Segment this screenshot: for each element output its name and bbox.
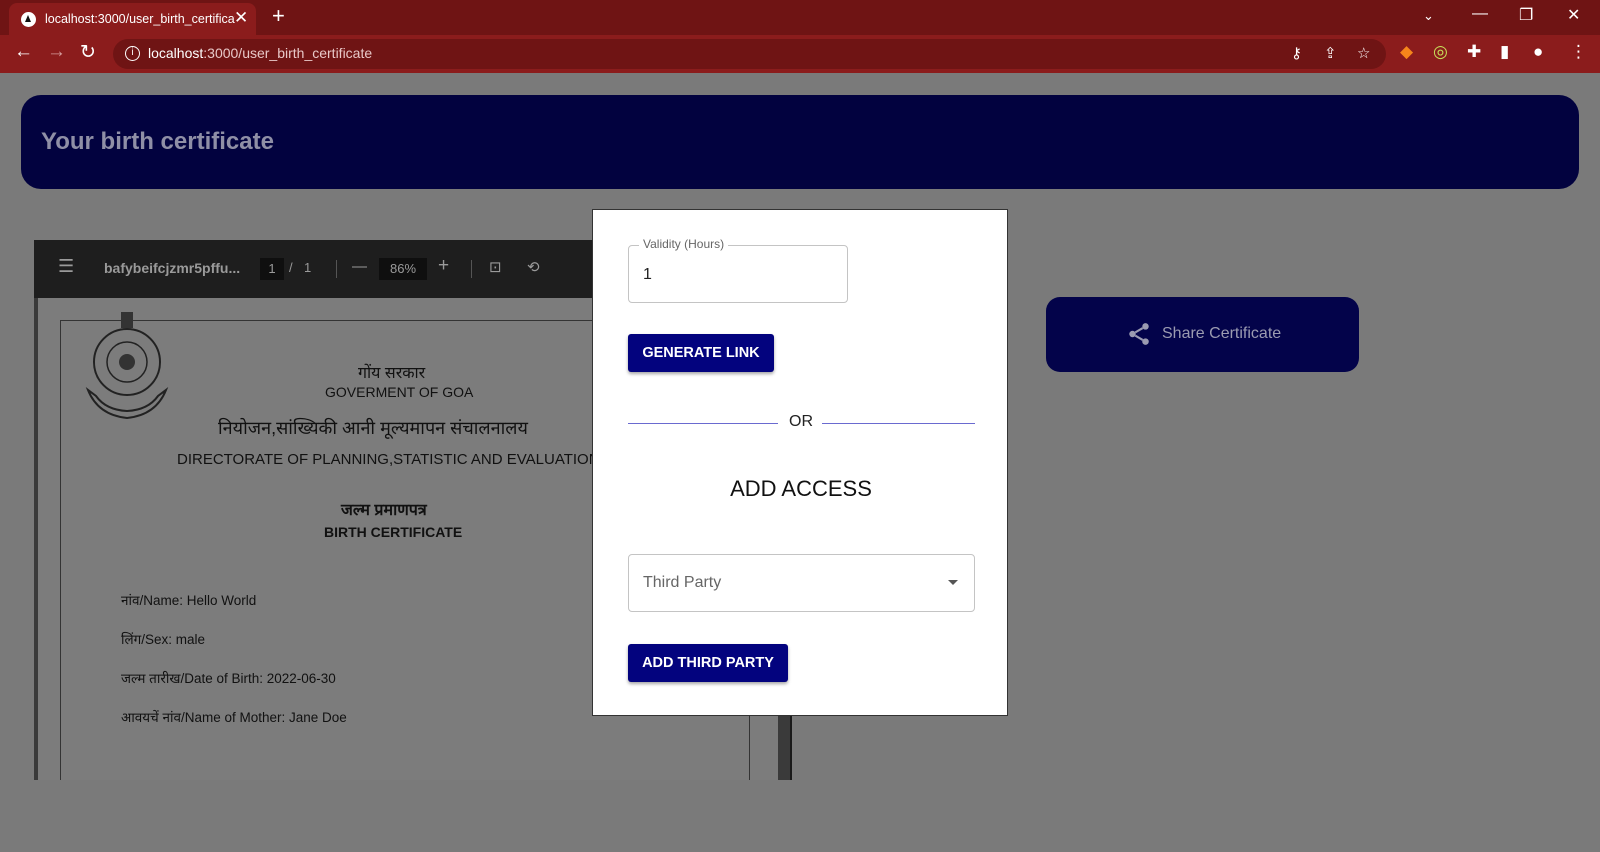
share-dialog: Validity (Hours) 1 GENERATE LINK OR ADD … [592, 209, 1008, 716]
profile-avatar-icon[interactable]: ● [1533, 42, 1543, 62]
third-party-select[interactable]: Third Party [628, 554, 975, 612]
browser-tab-strip: localhost:3000/user_birth_certificate ✕ … [0, 0, 1600, 35]
pdf-toolbar-divider [336, 260, 337, 278]
fit-page-icon[interactable]: ⊡ [489, 258, 502, 276]
field-date-of-birth: जल्म तारीख/Date of Birth: 2022-06-30 [121, 671, 336, 686]
pdf-page-total: 1 [304, 260, 312, 275]
government-emblem-icon [85, 312, 169, 420]
doc-title-marathi: जल्म प्रमाणपत्र [341, 502, 427, 519]
pdf-toolbar-divider [471, 260, 472, 278]
favicon-icon [21, 12, 36, 27]
dropdown-arrow-icon [948, 580, 958, 585]
generate-link-button[interactable]: GENERATE LINK [628, 334, 774, 372]
pdf-page-input[interactable]: 1 [260, 258, 284, 280]
field-name: नांव/Name: Hello World [121, 593, 257, 608]
password-key-icon[interactable]: ⚷ [1291, 44, 1302, 62]
gov-name-english: GOVERMENT OF GOA [325, 384, 474, 400]
extensions-puzzle-icon[interactable]: ✚ [1467, 42, 1481, 62]
add-third-party-button[interactable]: ADD THIRD PARTY [628, 644, 788, 682]
tab-search-icon[interactable]: ⌄ [1423, 8, 1434, 24]
restore-icon[interactable]: ❐ [1519, 5, 1533, 25]
page-header: Your birth certificate [21, 95, 1579, 189]
new-tab-icon[interactable]: + [272, 3, 285, 29]
divider-line [822, 423, 975, 424]
extension-circle-icon[interactable]: ◎ [1433, 42, 1448, 62]
or-divider-text: OR [789, 413, 813, 430]
back-icon[interactable]: ← [14, 41, 33, 63]
close-window-icon[interactable]: ✕ [1567, 5, 1580, 25]
rotate-icon[interactable]: ⟲ [527, 258, 540, 276]
validity-hours-value: 1 [643, 266, 652, 283]
add-access-title: ADD ACCESS [730, 476, 872, 501]
close-tab-icon[interactable]: ✕ [234, 8, 248, 28]
site-info-icon[interactable]: i [125, 46, 140, 61]
dept-name-marathi: नियोजन,सांख्यिकी आनी मूल्यमापन संचालनालय [218, 418, 528, 438]
share-page-icon[interactable]: ⇪ [1324, 44, 1337, 62]
field-mother-name: आवयचें नांव/Name of Mother: Jane Doe [121, 710, 347, 725]
bookmark-star-icon[interactable]: ☆ [1357, 44, 1370, 62]
doc-title-english: BIRTH CERTIFICATE [324, 524, 463, 540]
address-bar[interactable]: i localhost:3000/user_birth_certificate … [113, 39, 1386, 69]
share-icon [1129, 323, 1149, 345]
validity-hours-field[interactable]: Validity (Hours) 1 [628, 237, 848, 303]
side-panel-icon[interactable]: ▮ [1500, 42, 1509, 62]
browser-tab[interactable]: localhost:3000/user_birth_certificate ✕ [9, 3, 256, 35]
zoom-in-icon[interactable]: + [438, 255, 449, 277]
minimize-icon[interactable]: — [1472, 5, 1488, 23]
pdf-zoom-input[interactable]: 86% [379, 258, 427, 280]
gov-name-marathi: गोंय सरकार [358, 365, 426, 382]
divider-line [628, 423, 778, 424]
reload-icon[interactable]: ↻ [80, 41, 96, 64]
browser-menu-icon[interactable]: ⋮ [1570, 42, 1587, 62]
pdf-page-separator: / [289, 260, 293, 275]
zoom-out-icon[interactable]: — [352, 258, 367, 275]
forward-icon[interactable]: → [47, 41, 66, 63]
tab-title: localhost:3000/user_birth_certificate [45, 12, 235, 26]
pdf-menu-icon[interactable]: ☰ [58, 256, 74, 277]
url-text: localhost:3000/user_birth_certificate [148, 45, 373, 61]
dept-name-english: DIRECTORATE OF PLANNING,STATISTIC AND EV… [177, 451, 600, 468]
third-party-placeholder: Third Party [643, 574, 722, 591]
share-certificate-button[interactable]: Share Certificate [1046, 297, 1359, 372]
share-certificate-label: Share Certificate [1162, 325, 1282, 342]
validity-hours-label: Validity (Hours) [639, 237, 729, 251]
page-title: Your birth certificate [41, 128, 274, 155]
pdf-filename: bafybeifcjzmr5pffu... [104, 260, 241, 276]
metamask-extension-icon[interactable]: ◆ [1400, 42, 1413, 62]
field-sex: लिंग/Sex: male [121, 632, 206, 647]
